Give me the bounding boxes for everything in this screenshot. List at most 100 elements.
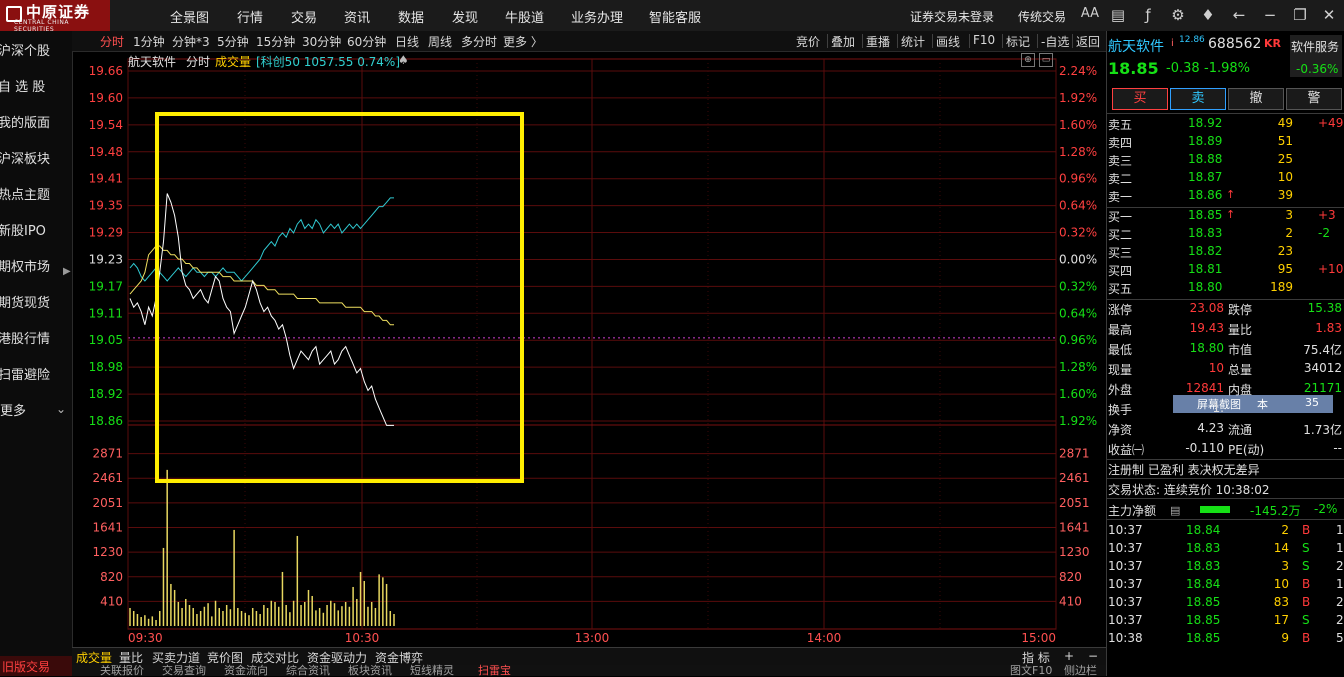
orderbook-price[interactable]: 18.92 [1188, 116, 1222, 130]
chart-settings-icon[interactable]: ⊕ [1021, 53, 1035, 67]
strip-item-0[interactable]: 关联报价 [100, 665, 144, 676]
orderbook-volume: 39 [1277, 188, 1293, 202]
orderbook-price[interactable]: 18.81 [1188, 262, 1222, 276]
pin-icon[interactable]: ♠ [398, 53, 409, 67]
sidebar-item-4[interactable]: 热点主题 [0, 175, 72, 211]
sidebar-item-0[interactable]: 沪深个股 [0, 31, 72, 67]
toolbar-button-0[interactable]: 竞价 [796, 33, 820, 50]
tick-price: 18.85 [1186, 595, 1221, 609]
timeframe-2[interactable]: 分钟*3 [172, 33, 210, 50]
menu-item-6[interactable]: 牛股道 [505, 7, 544, 26]
close-icon[interactable]: ✕ [1318, 6, 1340, 24]
strip-item-8[interactable]: 侧边栏 [1064, 665, 1097, 676]
stat-label: 换手 [1108, 403, 1133, 417]
pct-tick-label: 0.32% [1059, 226, 1097, 240]
restore-icon[interactable]: ❐ [1289, 6, 1311, 24]
toolbar-button-1[interactable]: 叠加 [831, 33, 855, 50]
chart-maximize-icon[interactable]: ▭ [1039, 53, 1053, 67]
timeframe-3[interactable]: 5分钟 [217, 33, 249, 50]
login-status[interactable]: 证券交易未登录 [910, 8, 994, 25]
strip-item-6[interactable]: 扫雷宝 [478, 665, 511, 676]
timeframe-8[interactable]: 周线 [428, 33, 452, 50]
tick-count: 2 [1336, 595, 1344, 609]
strip-item-2[interactable]: 资金流向 [224, 665, 268, 676]
volume-tick-label: 410 [100, 594, 123, 608]
timeframe-6[interactable]: 60分钟 [347, 33, 386, 50]
toolbar-button-5[interactable]: F10 [973, 33, 995, 47]
timeframe-9[interactable]: 多分时 [461, 33, 497, 50]
sidebar-item-9[interactable]: 扫雷避险 [0, 355, 72, 391]
orderbook-price[interactable]: 18.86 [1188, 188, 1222, 202]
sidebar-item-10[interactable]: 更多 [0, 391, 72, 427]
font-size-button[interactable]: AA [1079, 6, 1101, 21]
timeframe-7[interactable]: 日线 [395, 33, 419, 50]
orderbook-price[interactable]: 18.80 [1188, 280, 1222, 294]
sidebar-item-label: 期权市场 [0, 260, 51, 275]
menu-item-0[interactable]: 全景图 [170, 7, 209, 26]
timeframe-10[interactable]: 更多 〉 [503, 33, 543, 50]
toolbar-button-3[interactable]: 统计 [901, 33, 925, 50]
stock-code: 688562 [1208, 36, 1262, 52]
sell-button[interactable]: 卖 [1170, 88, 1226, 110]
strip-item-3[interactable]: 综合资讯 [286, 665, 330, 676]
menu-item-7[interactable]: 业务办理 [571, 7, 623, 26]
minimize-icon[interactable]: − [1259, 6, 1281, 24]
sidebar-item-7[interactable]: 期货现货 [0, 283, 72, 319]
intraday-chart[interactable]: 19.66 2.24% 19.60 1.92% 19.54 1.60% 19.48 1.28%… [72, 51, 1106, 647]
fx-icon[interactable]: ƒ [1137, 6, 1159, 24]
app-logo[interactable]: 中原证券 CENTRAL CHINA SECURITIES [0, 0, 110, 33]
add-indicator-button[interactable]: + [1064, 649, 1074, 663]
orderbook-price[interactable]: 18.85 [1188, 208, 1222, 222]
buy-button[interactable]: 买 [1112, 88, 1168, 110]
orderbook-price[interactable]: 18.82 [1188, 244, 1222, 258]
menu-item-4[interactable]: 数据 [398, 7, 424, 26]
menu-item-8[interactable]: 智能客服 [649, 7, 701, 26]
toolbar-button-2[interactable]: 重播 [866, 33, 890, 50]
volume-tick-label-right: 1641 [1059, 520, 1090, 534]
orderbook-price[interactable]: 18.83 [1188, 226, 1222, 240]
orderbook-volume: 95 [1277, 262, 1293, 276]
strip-item-5[interactable]: 短线精灵 [410, 665, 454, 676]
sidebar-item-2[interactable]: 我的版面 [0, 103, 72, 139]
sidebar-item-5[interactable]: 新股IPO [0, 211, 72, 247]
pct-tick-label: 0.00% [1059, 252, 1097, 266]
message-icon[interactable]: ▤ [1107, 6, 1129, 24]
tick-time: 10:37 [1108, 577, 1143, 591]
old-trade-button[interactable]: 旧版交易 [0, 656, 72, 676]
orderbook-price[interactable]: 18.89 [1188, 134, 1222, 148]
toolbar-button-6[interactable]: 标记 [1006, 33, 1030, 50]
gear-icon[interactable]: ⚙ [1167, 6, 1189, 24]
back-arrow-icon[interactable]: ← [1228, 6, 1250, 24]
cancel-order-button[interactable]: 撤 [1228, 88, 1284, 110]
toolbar-button-4[interactable]: 画线 [936, 33, 960, 50]
toolbar-button-8[interactable]: 返回 [1076, 33, 1100, 50]
sidebar-item-3[interactable]: 沪深板块 [0, 139, 72, 175]
trade-mode-button[interactable]: 传统交易 [1018, 8, 1066, 25]
menu-item-3[interactable]: 资讯 [344, 7, 370, 26]
pct-tick-label: 2.24% [1059, 64, 1097, 78]
orderbook-price[interactable]: 18.88 [1188, 152, 1222, 166]
timeframe-0[interactable]: 分时 [100, 33, 124, 50]
orderbook-label: 买一 [1108, 210, 1133, 224]
pct-tick-label: 1.28% [1059, 360, 1097, 374]
menu-item-2[interactable]: 交易 [291, 7, 317, 26]
menu-item-5[interactable]: 发现 [452, 7, 478, 26]
sidebar-item-6[interactable]: 期权市场 [0, 247, 72, 283]
sidebar-item-8[interactable]: 港股行情 [0, 319, 72, 355]
strip-item-1[interactable]: 交易查询 [162, 665, 206, 676]
orderbook-label: 买三 [1108, 246, 1133, 260]
strip-item-7[interactable]: 图文F10 [1010, 665, 1052, 676]
remove-indicator-button[interactable]: − [1088, 649, 1098, 663]
alert-button[interactable]: 警 [1286, 88, 1342, 110]
orderbook-price[interactable]: 18.87 [1188, 170, 1222, 184]
timeframe-1[interactable]: 1分钟 [133, 33, 165, 50]
timeframe-5[interactable]: 30分钟 [302, 33, 341, 50]
strip-item-4[interactable]: 板块资讯 [348, 665, 392, 676]
doc-icon[interactable]: ▤ [1170, 504, 1180, 517]
sidebar-item-1[interactable]: 自 选 股 [0, 67, 72, 103]
shirt-icon[interactable]: ♦ [1197, 6, 1219, 24]
main-flow-pct: -2% [1314, 502, 1338, 516]
toolbar-button-7[interactable]: -自选 [1041, 33, 1069, 50]
timeframe-4[interactable]: 15分钟 [256, 33, 295, 50]
menu-item-1[interactable]: 行情 [237, 7, 263, 26]
